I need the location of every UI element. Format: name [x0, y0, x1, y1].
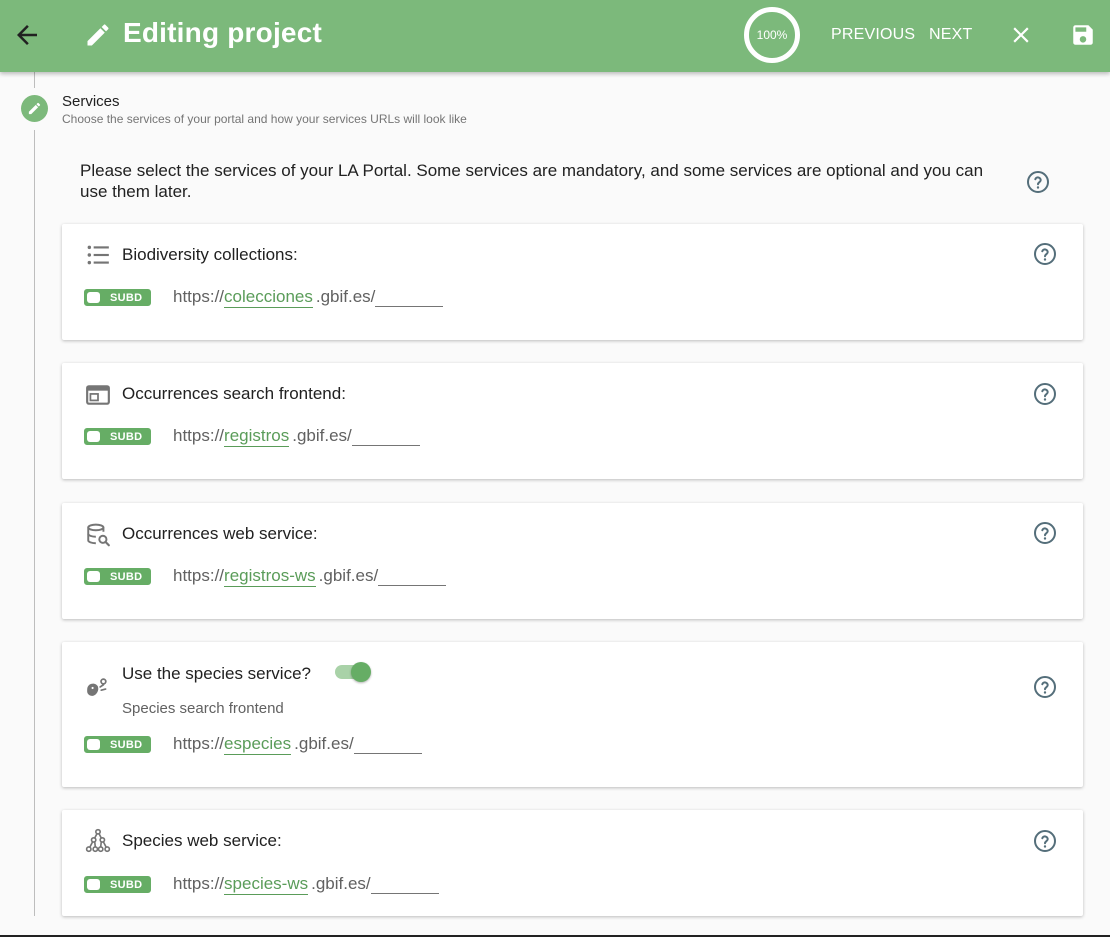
service-sublabel: Species search frontend: [122, 700, 284, 717]
species-icon: [87, 678, 107, 696]
toggle-knob: [87, 879, 100, 890]
service-url: https://species-ws .gbif.es/: [173, 874, 439, 895]
next-button[interactable]: NEXT: [929, 26, 972, 44]
url-domain: .gbif.es/: [318, 566, 379, 585]
switch-thumb: [351, 662, 371, 682]
service-label: Occurrences web service:: [122, 524, 318, 543]
service-label: Biodiversity collections:: [122, 245, 298, 264]
toggle-label: SUBD: [110, 879, 143, 891]
stepper-line: [34, 130, 35, 916]
toggle-knob: [87, 431, 100, 442]
url-prefix: https://: [173, 426, 225, 445]
pencil-icon: [28, 102, 41, 115]
database-search-icon: [87, 523, 110, 547]
subdomain-input[interactable]: registros: [224, 426, 290, 447]
url-domain: .gbif.es/: [311, 874, 371, 893]
url-prefix: https://: [173, 734, 225, 753]
pencil-icon: [87, 24, 109, 46]
url-prefix: https://: [173, 874, 225, 893]
toggle-label: SUBD: [110, 431, 143, 443]
step-subtitle: Choose the services of your portal and h…: [62, 112, 467, 126]
help-icon[interactable]: [1026, 170, 1050, 194]
url-domain: .gbif.es/: [294, 734, 354, 753]
help-icon[interactable]: [1033, 521, 1057, 545]
save-icon[interactable]: [1070, 22, 1096, 48]
subdomain-toggle[interactable]: SUBD: [84, 568, 151, 585]
url-prefix: https://: [173, 287, 225, 306]
app-bar: Editing project 100% PREVIOUS NEXT: [0, 0, 1110, 72]
url-domain: .gbif.es/: [292, 426, 352, 445]
toggle-knob: [87, 292, 100, 303]
previous-button[interactable]: PREVIOUS: [831, 26, 915, 44]
path-input[interactable]: [378, 568, 447, 586]
service-url: https://registros .gbif.es/: [173, 426, 420, 447]
intro-text: Please select the services of your LA Po…: [80, 161, 984, 201]
help-icon[interactable]: [1033, 242, 1057, 266]
species-service-switch[interactable]: [335, 662, 371, 682]
path-input[interactable]: [370, 876, 439, 894]
service-label: Occurrences search frontend:: [122, 384, 346, 403]
service-card-species: Use the species service? Species search …: [62, 642, 1083, 787]
step-edit-marker[interactable]: [21, 95, 48, 122]
subdomain-toggle[interactable]: SUBD: [84, 289, 151, 306]
step-title: Services: [62, 93, 120, 110]
subdomain-toggle[interactable]: SUBD: [84, 428, 151, 445]
list-icon: [87, 245, 109, 265]
service-url: https://registros-ws .gbif.es/: [173, 566, 447, 587]
service-label: Use the species service?: [122, 664, 311, 683]
subdomain-toggle[interactable]: SUBD: [84, 736, 151, 753]
progress-indicator: 100%: [744, 7, 800, 63]
subdomain-input[interactable]: registros-ws: [224, 566, 316, 587]
subdomain-input[interactable]: species-ws: [224, 874, 309, 895]
help-icon[interactable]: [1033, 675, 1057, 699]
service-url: https://especies .gbif.es/: [173, 734, 422, 755]
toggle-label: SUBD: [110, 739, 143, 751]
subdomain-input[interactable]: colecciones: [224, 287, 313, 308]
service-card-occurrences-ws: Occurrences web service: SUBD https://re…: [62, 503, 1083, 619]
toggle-label: SUBD: [110, 571, 143, 583]
web-window-icon: [86, 385, 110, 405]
toggle-label: SUBD: [110, 292, 143, 304]
path-input[interactable]: [351, 428, 420, 446]
progress-text: 100%: [756, 28, 788, 42]
back-arrow-icon[interactable]: [12, 20, 42, 50]
path-input[interactable]: [375, 289, 444, 307]
subdomain-input[interactable]: especies: [224, 734, 292, 755]
service-card-species-ws: Species web service: SUBD https://specie…: [62, 810, 1083, 916]
url-domain: .gbif.es/: [315, 287, 376, 306]
hierarchy-icon: [85, 828, 111, 853]
service-card-occurrences-frontend: Occurrences search frontend: SUBD https:…: [62, 363, 1083, 479]
page-title: Editing project: [123, 17, 322, 48]
url-prefix: https://: [173, 566, 225, 585]
service-url: https://colecciones .gbif.es/: [173, 287, 444, 308]
help-icon[interactable]: [1033, 382, 1057, 406]
help-icon[interactable]: [1033, 829, 1057, 853]
path-input[interactable]: [353, 736, 422, 754]
stepper-line-top: [34, 72, 35, 88]
close-icon[interactable]: [1008, 22, 1034, 48]
toggle-knob: [87, 739, 100, 750]
service-card-collections: Biodiversity collections: SUBD https://c…: [62, 224, 1083, 340]
toggle-knob: [87, 571, 100, 582]
service-label: Species web service:: [122, 831, 282, 850]
subdomain-toggle[interactable]: SUBD: [84, 876, 151, 893]
